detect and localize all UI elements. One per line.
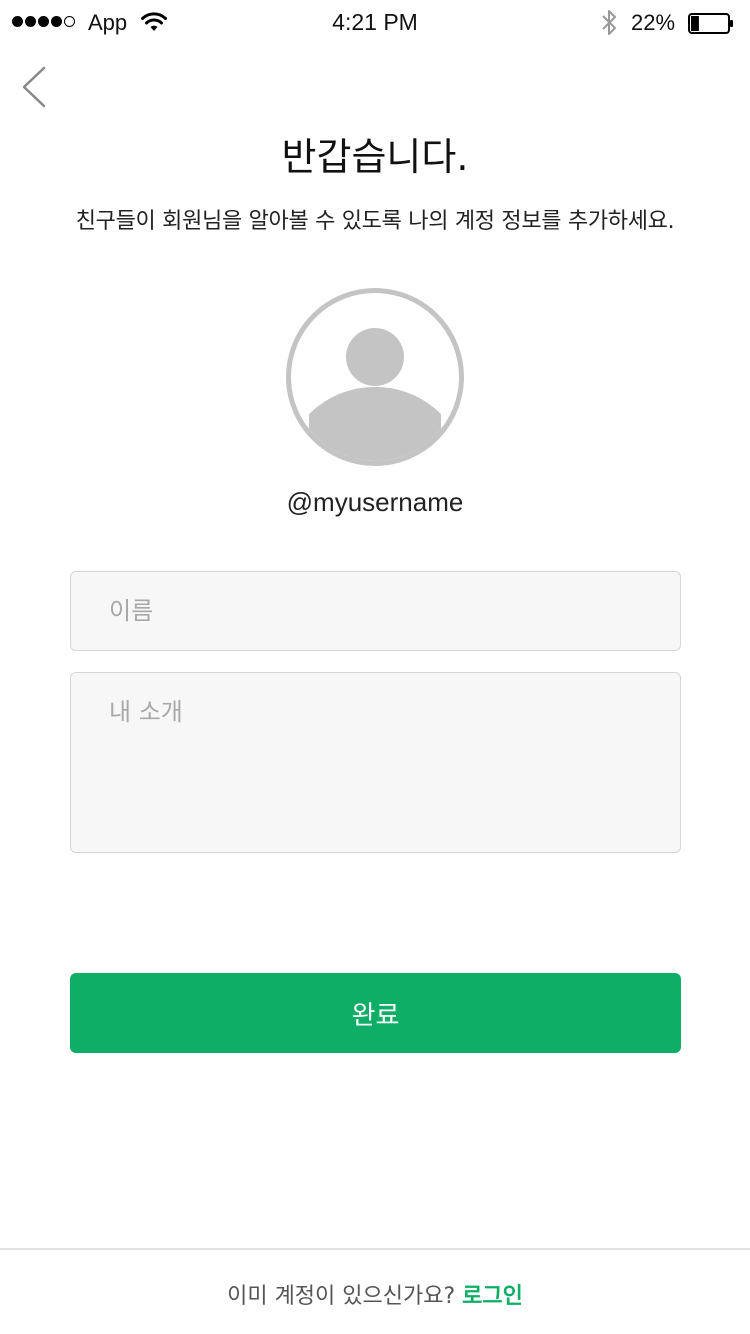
login-link[interactable]: 로그인 [462, 1284, 523, 1309]
profile-avatar-placeholder-icon[interactable] [285, 287, 465, 467]
name-input[interactable] [70, 571, 681, 651]
battery-percentage: 22% [631, 10, 676, 35]
footer-divider [0, 1248, 750, 1250]
login-prompt-text: 이미 계정이 있으신가요? [227, 1284, 456, 1309]
battery-icon [688, 13, 733, 34]
done-button[interactable]: 완료 [70, 973, 681, 1053]
page-subtitle: 친구들이 회원님을 알아볼 수 있도록 나의 계정 정보를 추가하세요. [75, 209, 675, 234]
login-prompt: 이미 계정이 있으신가요? 로그인 [0, 1278, 750, 1310]
bluetooth-icon [602, 10, 616, 35]
page-title: 반갑습니다. [281, 135, 469, 179]
back-chevron-icon[interactable] [18, 64, 50, 110]
bio-textarea[interactable] [70, 672, 681, 853]
status-bar: App 4:21 PM 22% [0, 0, 750, 44]
username-label: @myusername [286, 487, 464, 517]
